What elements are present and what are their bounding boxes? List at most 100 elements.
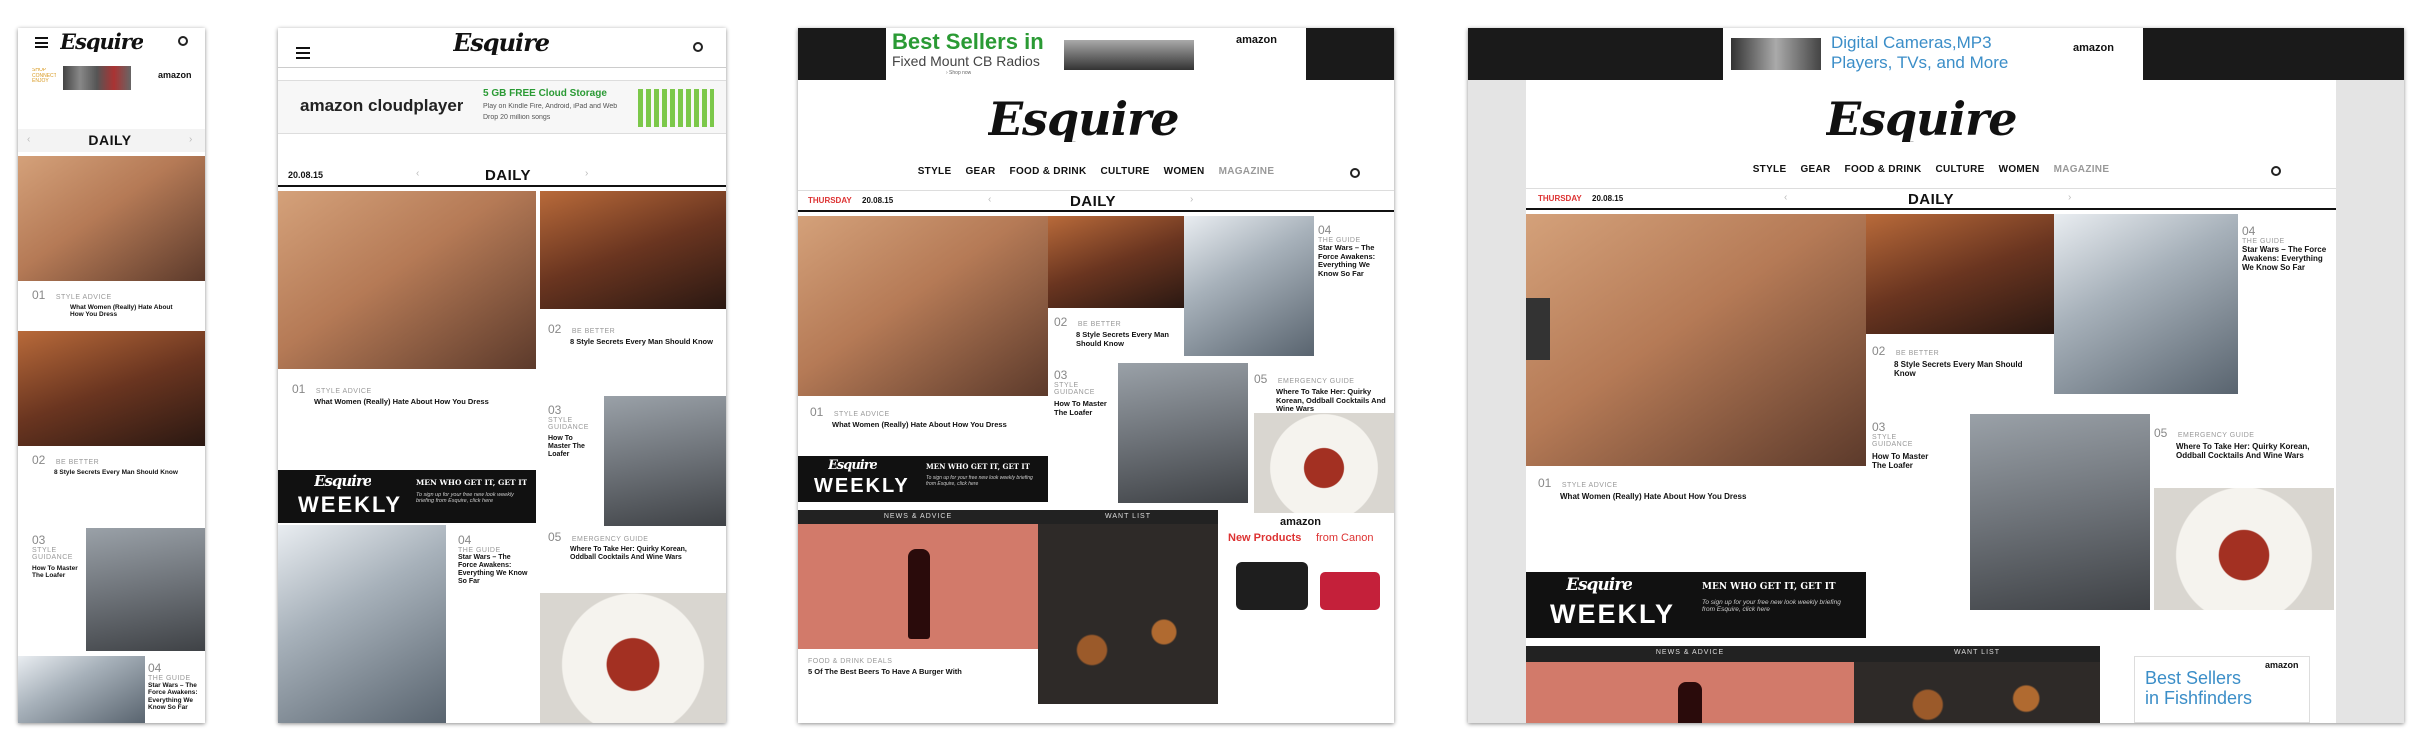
article-2[interactable]: 02 BE BETTER 8 Style Secrets Every Man S… (1872, 342, 2052, 392)
ad-tagline: SHOP CONNECT ENJOY (32, 68, 56, 84)
article-title: Where To Take Her: Quirky Korean, Oddbal… (2176, 442, 2310, 461)
section-want[interactable]: WANT LIST (1038, 510, 1218, 524)
article-3[interactable]: 03 STYLE GUIDANCE How To Master The Loaf… (32, 533, 82, 633)
nav-gear[interactable]: GEAR (965, 166, 995, 177)
article-5[interactable]: 05 EMERGENCY GUIDE Where To Take Her: Qu… (548, 528, 723, 588)
photo-food[interactable] (2154, 488, 2334, 610)
ad-banner[interactable]: SHOP CONNECT ENJOY amazon (18, 60, 205, 100)
radio-product (1064, 40, 1194, 70)
share-tab[interactable] (1526, 298, 1550, 360)
search-icon[interactable] (1350, 168, 1360, 178)
weekly-tagline: MEN WHO GET IT, GET IT (416, 478, 528, 487)
article-4[interactable]: 04 THE GUIDE Star Wars – The Force Awake… (1318, 223, 1392, 343)
nav-food-drink[interactable]: FOOD & DRINK (1845, 164, 1922, 175)
photo-starwars[interactable] (278, 525, 446, 723)
ad-cb-radios[interactable]: Best Sellers in Fixed Mount CB Radios › … (886, 28, 1306, 80)
article-4[interactable]: 04 THE GUIDE Star Wars – The Force Awake… (2242, 224, 2334, 344)
nav-magazine[interactable]: MAGAZINE (2054, 164, 2110, 175)
ad-products (63, 66, 131, 90)
section-news[interactable]: NEWS & ADVICE (1526, 646, 1854, 662)
article-1[interactable]: 01 STYLE ADVICE What Women (Really) Hate… (32, 286, 202, 326)
ad-fish-line2: in Fishfinders (2145, 689, 2253, 708)
article-title: Star Wars – The Force Awakens: Everythin… (2242, 245, 2327, 273)
chevron-left-icon[interactable]: ‹ (416, 168, 419, 179)
weekly-signup[interactable]: Esquire WEEKLY MEN WHO GET IT, GET IT To… (278, 470, 536, 523)
article-1[interactable]: 01 STYLE ADVICE What Women (Really) Hate… (810, 403, 1050, 443)
photo-woman[interactable] (1526, 214, 1866, 466)
article-number: 04 (458, 533, 472, 547)
nav-women[interactable]: WOMEN (1999, 164, 2040, 175)
article-3[interactable]: 03 STYLE GUIDANCE How To Master The Loaf… (548, 403, 596, 513)
photo-beer[interactable] (798, 524, 1038, 649)
chevron-right-icon[interactable]: › (1190, 194, 1193, 205)
daily-date: 20.08.15 (288, 170, 324, 180)
hamburger-icon[interactable] (296, 47, 310, 59)
photo-woman[interactable] (798, 216, 1048, 396)
search-icon[interactable] (693, 42, 703, 52)
weekly-label: WEEKLY (298, 492, 403, 517)
photo-man[interactable] (1048, 216, 1184, 308)
article-5[interactable]: 05 EMERGENCY GUIDE Where To Take Her: Qu… (2154, 424, 2334, 484)
photo-wantlist[interactable] (1854, 662, 2100, 723)
photo-man[interactable] (18, 331, 205, 446)
photo-wantlist[interactable] (1038, 524, 1218, 704)
article-1[interactable]: 01 STYLE ADVICE What Women (Really) Hate… (1538, 474, 1858, 510)
article-4[interactable]: 04 THE GUIDE Star Wars – The Force Awake… (148, 661, 203, 723)
nav-style[interactable]: STYLE (1753, 164, 1787, 175)
chevron-right-icon[interactable]: › (2068, 192, 2071, 203)
section-news[interactable]: NEWS & ADVICE (798, 510, 1038, 524)
ad-fishfinders[interactable]: amazon Best Sellers in Fishfinders (2134, 656, 2310, 723)
article-3[interactable]: 03 STYLE GUIDANCE How To Master The Loaf… (1872, 420, 1940, 540)
ad-cameras[interactable]: Digital Cameras,MP3 Players, TVs, and Mo… (1723, 28, 2143, 80)
nav-style[interactable]: STYLE (918, 166, 952, 177)
ad-canon[interactable]: amazon New Products from Canon (1220, 510, 1394, 680)
chevron-right-icon[interactable]: › (189, 134, 192, 145)
photo-loafer[interactable] (1970, 414, 2150, 610)
nav-culture[interactable]: CULTURE (1100, 166, 1149, 177)
nav-magazine[interactable]: MAGAZINE (1219, 166, 1275, 177)
article-beer[interactable]: FOOD & DRINK DEALS 5 Of The Best Beers T… (808, 658, 1038, 698)
photo-beer[interactable] (1526, 662, 1854, 723)
photo-loafer[interactable] (86, 528, 205, 651)
photo-loafer[interactable] (1118, 363, 1248, 503)
article-category: BE BETTER (55, 459, 100, 466)
search-icon[interactable] (2271, 166, 2281, 176)
photo-loafer[interactable] (604, 396, 726, 526)
ad-line1: Best Sellers in (892, 31, 1044, 53)
photo-man[interactable] (540, 191, 726, 309)
photo-woman[interactable] (18, 156, 205, 281)
nav-gear[interactable]: GEAR (1800, 164, 1830, 175)
photo-starwars[interactable] (18, 656, 145, 723)
photo-man[interactable] (1866, 214, 2054, 334)
photo-woman[interactable] (278, 191, 536, 369)
section-want[interactable]: WANT LIST (1854, 646, 2100, 662)
article-title: 8 Style Secrets Every Man Should Know (54, 469, 178, 476)
article-2[interactable]: 02 BE BETTER 8 Style Secrets Every Man S… (32, 451, 202, 491)
weekly-signup[interactable]: Esquire WEEKLY MEN WHO GET IT, GET IT To… (798, 456, 1048, 502)
photo-food[interactable] (1254, 413, 1394, 513)
chevron-right-icon[interactable]: › (585, 168, 588, 179)
photo-starwars[interactable] (2054, 214, 2238, 394)
logo[interactable]: Esquire (60, 31, 143, 52)
logo[interactable]: Esquire (988, 96, 1179, 142)
chevron-left-icon[interactable]: ‹ (27, 134, 30, 145)
nav-food-drink[interactable]: FOOD & DRINK (1010, 166, 1087, 177)
photo-starwars[interactable] (1184, 216, 1314, 356)
article-3[interactable]: 03 STYLE GUIDANCE How To Master The Loaf… (1054, 368, 1114, 478)
weekly-signup[interactable]: Esquire WEEKLY MEN WHO GET IT, GET IT To… (1526, 572, 1866, 638)
nav-culture[interactable]: CULTURE (1935, 164, 1984, 175)
nav-women[interactable]: WOMEN (1164, 166, 1205, 177)
chevron-left-icon[interactable]: ‹ (1784, 192, 1787, 203)
photo-food[interactable] (540, 593, 726, 723)
hamburger-icon[interactable] (35, 37, 48, 48)
weekly-logo: Esquire (828, 459, 877, 472)
article-1[interactable]: 01 STYLE ADVICE What Women (Really) Hate… (292, 380, 542, 416)
chevron-left-icon[interactable]: ‹ (988, 194, 991, 205)
logo[interactable]: Esquire (453, 31, 549, 55)
logo[interactable]: Esquire (1826, 96, 2017, 142)
ad-cloudplayer[interactable]: amazon cloudplayer 5 GB FREE Cloud Stora… (278, 80, 726, 134)
article-4[interactable]: 04 THE GUIDE Star Wars – The Force Awake… (458, 533, 538, 623)
article-2[interactable]: 02 BE BETTER 8 Style Secrets Every Man S… (1054, 313, 1182, 363)
search-icon[interactable] (178, 36, 188, 46)
article-2[interactable]: 02 BE BETTER 8 Style Secrets Every Man S… (548, 320, 723, 380)
